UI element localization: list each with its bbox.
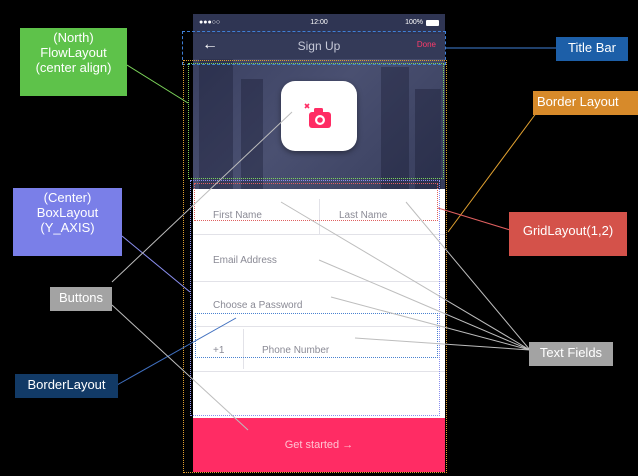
center-connector [121,235,191,293]
grid-layout-connector [437,207,511,231]
center-boxlayout-label: (Center) BoxLayout (Y_AXIS) [13,188,122,256]
buttons-label: Buttons [50,287,112,311]
buttons-connector-photo [111,111,293,283]
borderlayout-left-label: BorderLayout [15,374,118,398]
north-flowlayout-label: (North) FlowLayout (center align) [20,28,127,96]
text-fields-connector [330,296,531,351]
buttons-connector-cta [111,304,249,431]
title-bar-label: Title Bar [556,37,628,61]
text-fields-connector [354,337,531,351]
borderlayout-connector [116,317,237,386]
north-connector [126,64,189,104]
gridlayout-label: GridLayout(1,2) [509,212,627,256]
border-layout-right-label: Border Layout [533,91,638,115]
text-fields-connector [318,259,531,351]
text-fields-label: Text Fields [529,342,613,366]
